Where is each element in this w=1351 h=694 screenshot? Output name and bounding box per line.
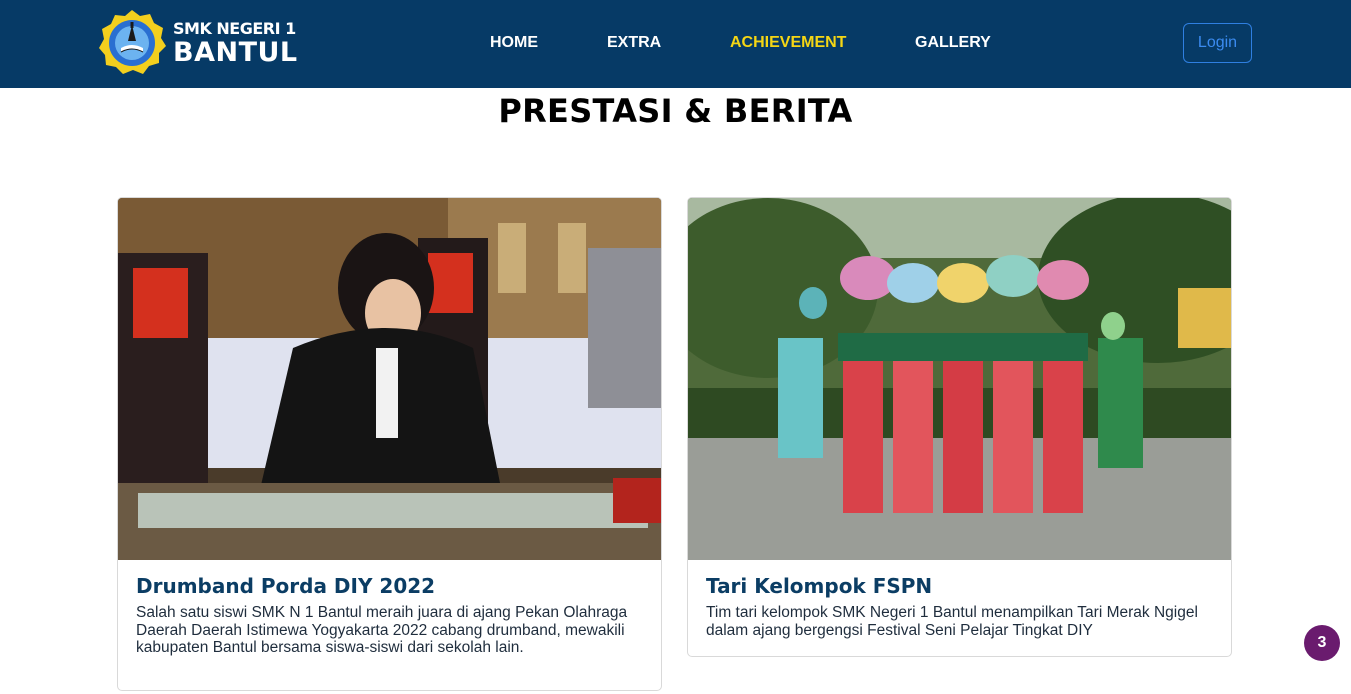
card-title[interactable]: Tari Kelompok FSPN	[706, 574, 1213, 598]
nav-link-gallery[interactable]: GALLERY	[915, 34, 991, 52]
card-description: Tim tari kelompok SMK Negeri 1 Bantul me…	[706, 604, 1198, 639]
brand-name-line1: SMK NEGERI 1	[173, 18, 296, 38]
nav-link-achievement[interactable]: ACHIEVEMENT	[730, 34, 846, 52]
brand-name-line2: BANTUL	[173, 36, 298, 68]
page-title: PRESTASI & BERITA	[498, 92, 853, 130]
top-navbar: SMK NEGERI 1 BANTUL HOME EXTRA ACHIEVEME…	[0, 0, 1351, 88]
nav-link-extra[interactable]: EXTRA	[607, 34, 661, 52]
news-card[interactable]: Drumband Porda DIY 2022 Salah satu siswi…	[117, 197, 662, 691]
notification-badge[interactable]: 3	[1304, 625, 1340, 661]
drumband-photo	[118, 198, 661, 560]
brand[interactable]: SMK NEGERI 1 BANTUL	[97, 8, 298, 78]
school-logo	[99, 10, 166, 74]
card-title[interactable]: Drumband Porda DIY 2022	[136, 574, 643, 598]
nav-link-home[interactable]: HOME	[490, 34, 538, 52]
dance-group-photo	[688, 198, 1231, 560]
login-button[interactable]: Login	[1183, 23, 1252, 63]
card-description: Salah satu siswi SMK N 1 Bantul meraih j…	[136, 604, 628, 656]
news-card[interactable]: Tari Kelompok FSPN Tim tari kelompok SMK…	[687, 197, 1232, 657]
